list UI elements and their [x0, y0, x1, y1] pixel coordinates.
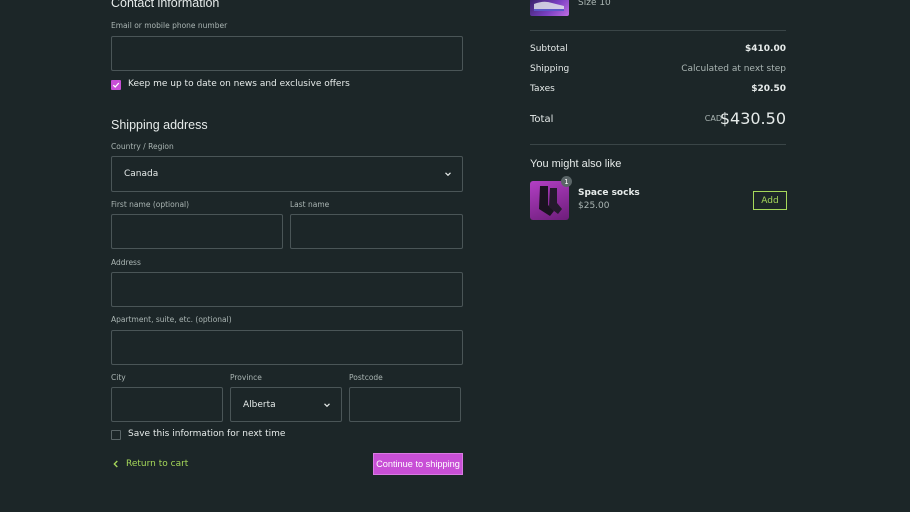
- postcode-label: Postcode: [349, 373, 383, 382]
- shoe-icon: [534, 1, 564, 11]
- return-to-cart-label: Return to cart: [126, 459, 189, 469]
- total-row: Total CAD $430.50: [530, 109, 786, 131]
- upsell-heading: You might also like: [530, 158, 622, 170]
- newsletter-checkbox[interactable]: [111, 80, 121, 90]
- subtotal-label: Subtotal: [530, 44, 568, 54]
- last-name-label: Last name: [290, 200, 330, 209]
- return-to-cart-link[interactable]: Return to cart: [111, 457, 188, 471]
- taxes-row: Taxes $20.50: [530, 84, 786, 96]
- taxes-value: $20.50: [751, 84, 786, 94]
- country-select[interactable]: Canada: [111, 156, 463, 192]
- upsell-item-name: Space socks: [578, 188, 640, 198]
- continue-to-shipping-button[interactable]: Continue to shipping: [373, 453, 463, 475]
- email-field[interactable]: [111, 36, 463, 71]
- province-select[interactable]: Alberta: [230, 387, 342, 422]
- email-label: Email or mobile phone number: [111, 21, 228, 30]
- shipping-heading: Shipping address: [111, 118, 208, 132]
- apartment-label: Apartment, suite, etc. (optional): [111, 315, 232, 324]
- divider: [530, 30, 786, 31]
- address-field[interactable]: [111, 272, 463, 307]
- shipping-cost-value: Calculated at next step: [681, 64, 786, 74]
- city-field[interactable]: [111, 387, 223, 422]
- cart-item-thumbnail: [530, 0, 569, 16]
- chevron-left-icon: [113, 460, 118, 468]
- contact-heading: Contact information: [111, 0, 220, 10]
- country-value: Canada: [124, 169, 159, 179]
- shipping-cost-label: Shipping: [530, 64, 570, 74]
- socks-icon: [539, 186, 562, 216]
- city-label: City: [111, 373, 126, 382]
- apartment-field[interactable]: [111, 330, 463, 365]
- subtotal-row: Subtotal $410.00: [530, 44, 786, 56]
- upsell-item-thumbnail: [530, 181, 569, 220]
- add-upsell-label: Add: [761, 195, 779, 206]
- chevron-down-icon: [324, 402, 330, 407]
- upsell-qty-value: 1: [564, 177, 569, 186]
- divider: [530, 144, 786, 145]
- upsell-item-price: $25.00: [578, 201, 610, 211]
- first-name-field[interactable]: [111, 214, 283, 249]
- total-value: $430.50: [719, 109, 786, 128]
- last-name-field[interactable]: [290, 214, 463, 249]
- newsletter-label: Keep me up to date on news and exclusive…: [128, 79, 350, 89]
- province-label: Province: [230, 373, 262, 382]
- province-value: Alberta: [243, 399, 276, 410]
- save-info-checkbox[interactable]: [111, 430, 121, 440]
- continue-to-shipping-label: Continue to shipping: [376, 459, 460, 469]
- add-upsell-button[interactable]: Add: [753, 191, 787, 210]
- first-name-label: First name (optional): [111, 200, 190, 209]
- shipping-row: Shipping Calculated at next step: [530, 64, 786, 76]
- taxes-label: Taxes: [530, 84, 555, 94]
- country-label: Country / Region: [111, 142, 174, 151]
- upsell-qty-badge: 1: [561, 176, 572, 187]
- check-icon: [112, 82, 120, 88]
- subtotal-value: $410.00: [745, 44, 786, 54]
- address-label: Address: [111, 258, 141, 267]
- total-label: Total: [530, 114, 554, 125]
- chevron-down-icon: [445, 172, 451, 177]
- postcode-field[interactable]: [349, 387, 461, 422]
- save-info-label: Save this information for next time: [128, 429, 286, 439]
- cart-item-variant: Size 10: [578, 0, 611, 8]
